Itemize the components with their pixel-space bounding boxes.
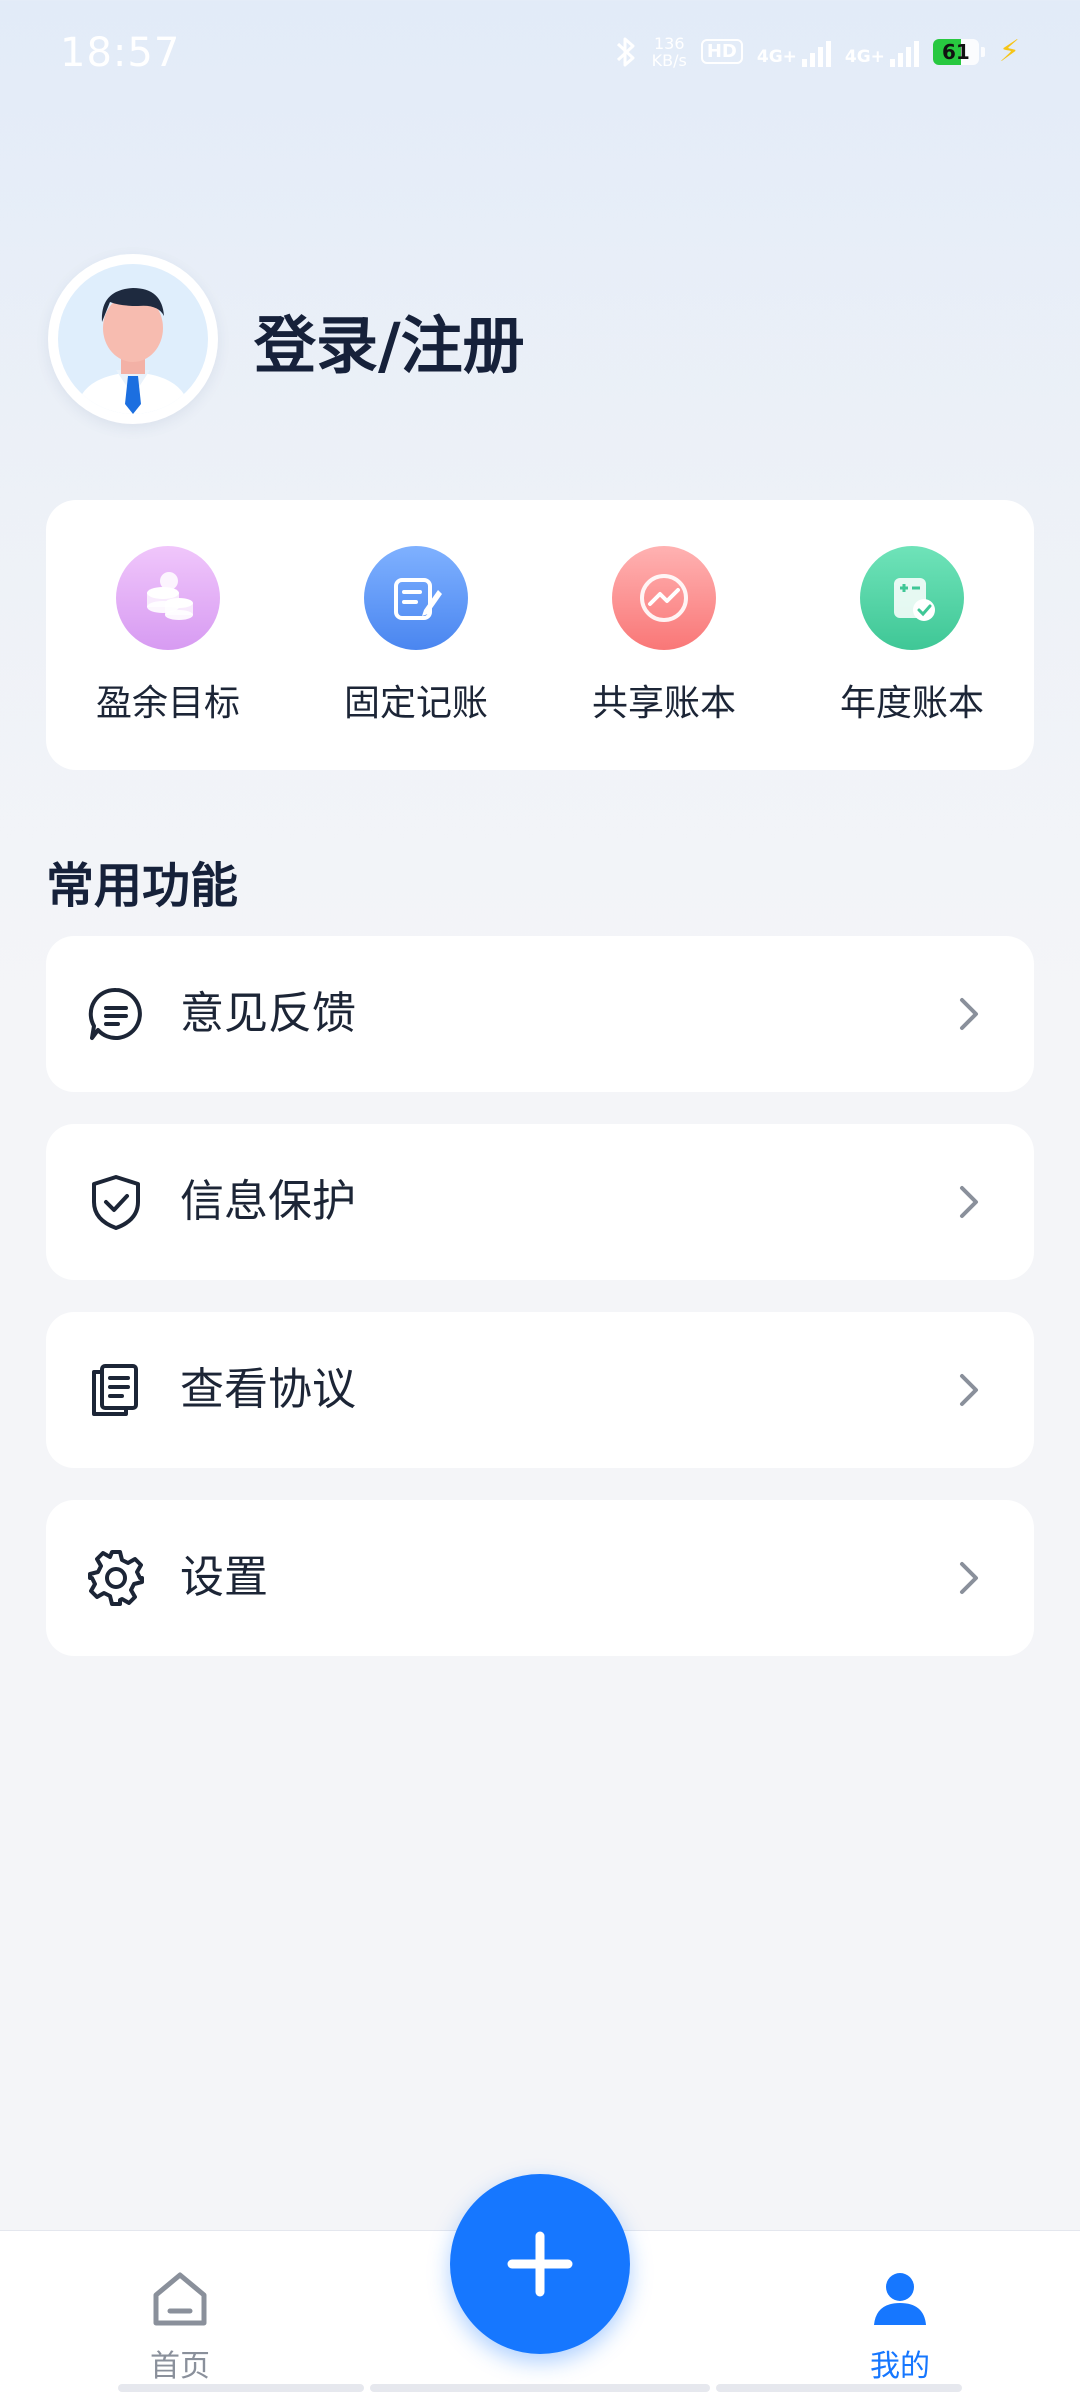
menu-item-label: 查看协议 bbox=[180, 1364, 356, 1415]
menu-item-privacy[interactable]: 信息保护 bbox=[46, 1124, 1034, 1280]
add-record-button[interactable] bbox=[450, 2174, 630, 2354]
chevron-right-icon bbox=[960, 1374, 978, 1406]
tab-mine[interactable]: 我的 bbox=[830, 2267, 970, 2385]
feedback-icon bbox=[88, 987, 142, 1040]
network-type-1: 4G+ bbox=[756, 46, 797, 67]
menu-item-settings[interactable]: 设置 bbox=[46, 1500, 1034, 1656]
shield-check-icon bbox=[92, 1175, 140, 1230]
quick-action-label: 盈余目标 bbox=[95, 683, 240, 724]
gesture-bar-segment bbox=[118, 2384, 364, 2392]
gesture-bar-segment bbox=[370, 2384, 710, 2392]
avatar-man-icon bbox=[76, 288, 190, 414]
menu-item-feedback[interactable]: 意见反馈 bbox=[46, 936, 1034, 1092]
plus-icon bbox=[507, 2231, 573, 2297]
gesture-bar-segment bbox=[716, 2384, 962, 2392]
calculator-icon bbox=[860, 546, 964, 650]
quick-action-label: 年度账本 bbox=[839, 683, 984, 724]
home-icon bbox=[153, 2272, 207, 2326]
notebook-pen-icon bbox=[364, 546, 468, 650]
bluetooth-icon bbox=[616, 37, 635, 66]
menu-item-label: 意见反馈 bbox=[180, 988, 356, 1039]
chevron-right-icon bbox=[960, 1186, 978, 1218]
quick-action-label: 固定记账 bbox=[343, 683, 488, 724]
coins-icon bbox=[116, 546, 220, 650]
charging-icon: ⚡ bbox=[998, 34, 1020, 69]
quick-action-annual-ledger[interactable]: 年度账本 bbox=[812, 546, 1012, 726]
signal-1: 4G+ bbox=[757, 37, 831, 67]
network-speed-unit: KB/s bbox=[651, 50, 687, 70]
status-icons: 136 KB/s HD 4G+ 4G+ 61 ⚡ bbox=[614, 34, 1020, 69]
section-title: 常用功能 bbox=[46, 858, 239, 914]
quick-actions-card: 盈余目标 固定记账 共享账本 年度账本 bbox=[46, 500, 1034, 770]
user-icon bbox=[874, 2273, 926, 2325]
signal-2: 4G+ bbox=[845, 37, 919, 67]
status-time: 18:57 bbox=[60, 30, 181, 76]
tab-mine-label: 我的 bbox=[870, 2349, 930, 2384]
quick-action-label: 共享账本 bbox=[591, 683, 736, 724]
battery-icon: 61 bbox=[932, 38, 985, 65]
hd-badge: HD bbox=[700, 39, 743, 64]
document-icon bbox=[92, 1364, 138, 1416]
chevron-right-icon bbox=[960, 1562, 978, 1594]
menu-item-label: 设置 bbox=[180, 1552, 268, 1603]
avatar[interactable] bbox=[48, 254, 218, 424]
quick-action-surplus-goal[interactable]: 盈余目标 bbox=[68, 546, 268, 726]
network-speed-value: 136 bbox=[653, 33, 685, 53]
quick-action-shared-ledger[interactable]: 共享账本 bbox=[564, 546, 764, 726]
network-speed: 136 KB/s bbox=[652, 35, 687, 69]
gear-icon bbox=[88, 1550, 144, 1606]
quick-action-fixed-bookkeeping[interactable]: 固定记账 bbox=[316, 546, 516, 726]
chart-trend-icon bbox=[612, 546, 716, 650]
tab-home-label: 首页 bbox=[150, 2349, 210, 2384]
chevron-right-icon bbox=[960, 998, 978, 1030]
network-type-2: 4G+ bbox=[844, 46, 885, 67]
menu-item-agreement[interactable]: 查看协议 bbox=[46, 1312, 1034, 1468]
tab-home[interactable]: 首页 bbox=[110, 2267, 250, 2385]
battery-level: 61 bbox=[942, 39, 970, 64]
login-register-link[interactable]: 登录/注册 bbox=[254, 295, 525, 385]
menu-item-label: 信息保护 bbox=[180, 1176, 356, 1227]
